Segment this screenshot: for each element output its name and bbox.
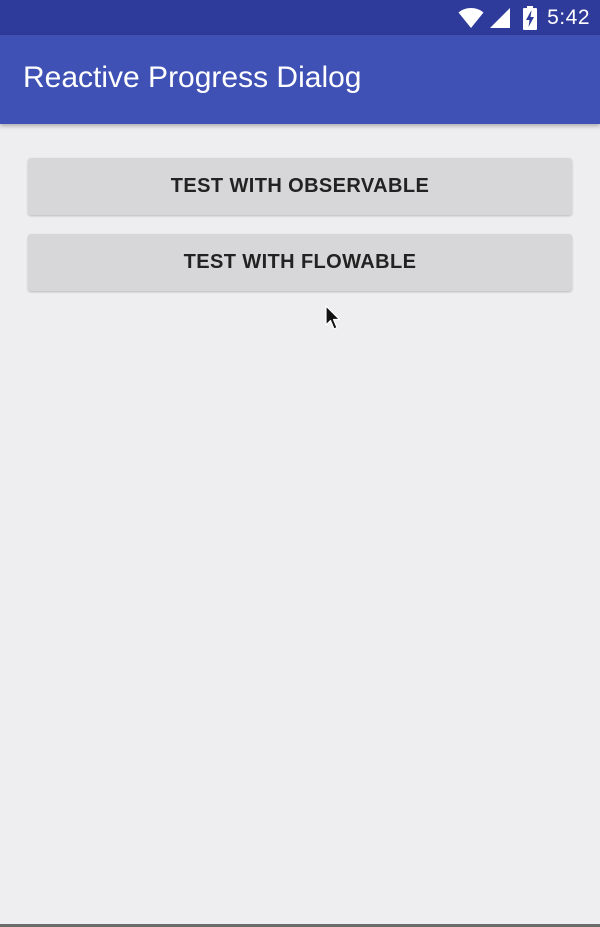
app-title: Reactive Progress Dialog xyxy=(23,61,362,94)
app-bar: Reactive Progress Dialog xyxy=(0,35,600,124)
test-with-flowable-button[interactable]: TEST WITH FLOWABLE xyxy=(28,234,572,291)
cellular-signal-icon xyxy=(489,7,511,29)
battery-charging-icon xyxy=(523,5,538,30)
wifi-icon xyxy=(458,7,484,29)
status-time: 5:42 xyxy=(547,5,590,29)
test-with-observable-button[interactable]: TEST WITH OBSERVABLE xyxy=(28,158,572,215)
status-icons: 5:42 xyxy=(458,0,590,35)
status-bar: 5:42 xyxy=(0,0,600,35)
main-content: TEST WITH OBSERVABLE TEST WITH FLOWABLE xyxy=(0,124,600,924)
mouse-pointer-icon xyxy=(325,305,341,331)
